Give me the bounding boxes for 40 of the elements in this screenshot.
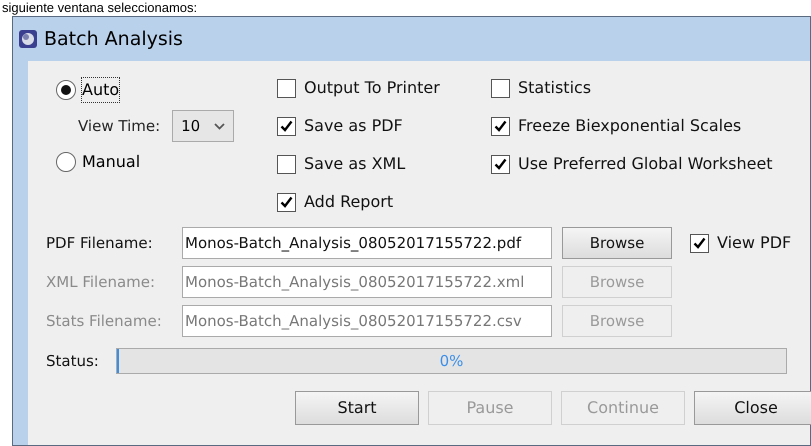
checkbox-option[interactable]: Freeze Biexponential Scales bbox=[491, 113, 773, 139]
browse-button[interactable]: Browse bbox=[562, 227, 672, 259]
radio-button[interactable] bbox=[56, 152, 76, 172]
view-time-label: View Time: bbox=[78, 116, 160, 137]
status-label: Status: bbox=[46, 350, 100, 372]
radio-option[interactable]: Auto bbox=[56, 75, 277, 105]
page-text: siguiente ventana seleccionamos: bbox=[1, 0, 198, 16]
dialog-button[interactable]: Close bbox=[694, 391, 811, 425]
radio-button[interactable] bbox=[56, 80, 76, 100]
checkmark-icon bbox=[494, 120, 507, 132]
filename-label: Stats Filename: bbox=[46, 310, 163, 332]
checkbox-option[interactable]: Output To Printer bbox=[277, 75, 491, 101]
dialog-button[interactable]: Start bbox=[295, 391, 419, 425]
checkbox[interactable] bbox=[690, 234, 709, 252]
filename-label: PDF Filename: bbox=[46, 232, 154, 254]
checkmark-icon bbox=[280, 120, 293, 132]
checkbox-option[interactable]: Statistics bbox=[491, 75, 773, 101]
checkmark-icon bbox=[693, 237, 706, 249]
filename-label: XML Filename: bbox=[46, 272, 156, 293]
checkmark-icon bbox=[280, 196, 293, 208]
checkbox-option[interactable]: Save as PDF bbox=[277, 113, 491, 139]
chevron-down-icon bbox=[214, 122, 226, 130]
window-title: Batch Analysis bbox=[44, 26, 183, 52]
checkbox-option[interactable]: View PDF bbox=[690, 230, 792, 256]
checkbox-option[interactable]: Use Preferred Global Worksheet bbox=[491, 151, 773, 177]
checkbox[interactable] bbox=[491, 116, 510, 136]
radio-option[interactable]: Manual bbox=[56, 147, 277, 177]
checkbox[interactable] bbox=[277, 78, 296, 98]
checkbox-option[interactable]: Add Report bbox=[277, 189, 491, 215]
checkbox[interactable] bbox=[491, 78, 510, 98]
checkbox[interactable] bbox=[277, 116, 296, 136]
checkbox-option[interactable]: Save as XML bbox=[277, 151, 491, 177]
checkbox[interactable] bbox=[277, 154, 296, 174]
filename-field[interactable]: Monos-Batch_Analysis_08052017155722.pdf bbox=[182, 227, 552, 259]
view-time-dropdown[interactable]: 10 bbox=[172, 110, 234, 142]
progress-reading: 0% bbox=[440, 350, 464, 372]
checkbox[interactable] bbox=[277, 192, 296, 212]
checkmark-icon bbox=[494, 158, 507, 170]
checkbox[interactable] bbox=[491, 154, 510, 174]
app-icon bbox=[18, 29, 38, 49]
